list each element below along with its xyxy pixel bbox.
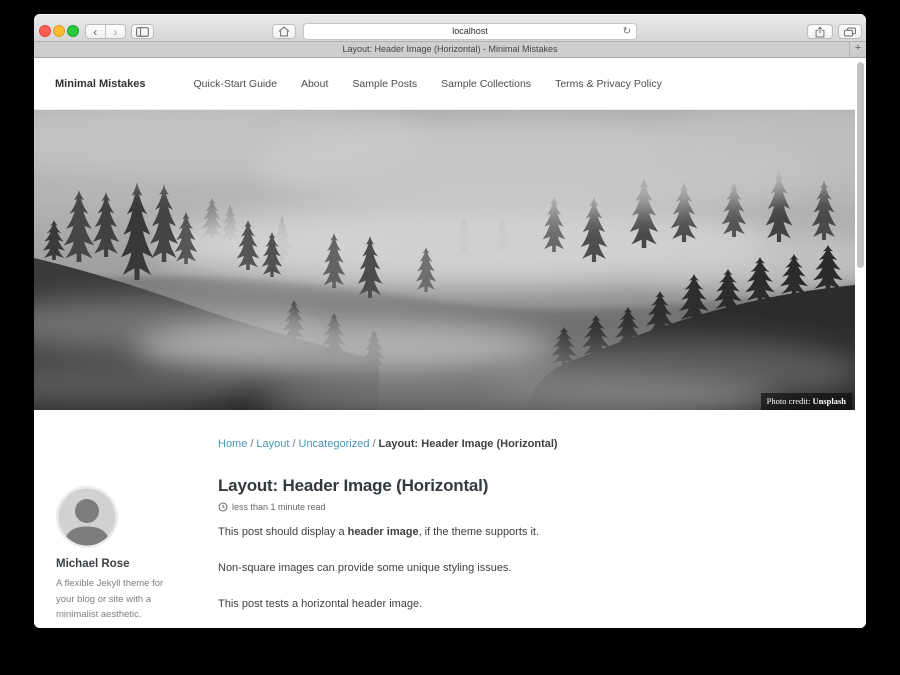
article-body: This post should display a header image,… xyxy=(218,525,805,611)
article-main: Home/Layout/Uncategorized/Layout: Header… xyxy=(218,438,855,628)
refresh-icon[interactable]: ↻ xyxy=(623,24,631,39)
breadcrumb-separator: / xyxy=(250,438,253,450)
read-time-meta: less than 1 minute read xyxy=(218,502,805,512)
author-bio: A flexible Jekyll theme for your blog or… xyxy=(56,576,174,623)
paragraph: Non-square images can provide some uniqu… xyxy=(218,561,805,575)
forward-button[interactable]: › xyxy=(106,25,126,38)
desktop-background: ‹ › localhost ↻ xyxy=(0,0,900,675)
breadcrumb-separator: / xyxy=(292,438,295,450)
safari-window: ‹ › localhost ↻ xyxy=(34,14,866,628)
tab-bar: Layout: Header Image (Horizontal) - Mini… xyxy=(34,42,866,58)
author-name: Michael Rose xyxy=(56,558,200,570)
back-button[interactable]: ‹ xyxy=(86,25,106,38)
site-title-link[interactable]: Minimal Mistakes xyxy=(55,78,145,90)
photo-credit-label: Photo credit: xyxy=(767,396,811,406)
tabs-icon xyxy=(844,27,856,37)
url-text: localhost xyxy=(452,26,488,36)
minimize-window-button[interactable] xyxy=(53,25,65,37)
chevron-right-icon: › xyxy=(113,26,117,38)
clock-icon xyxy=(218,502,228,512)
page-title: Layout: Header Image (Horizontal) xyxy=(218,476,805,496)
foggy-forest-illustration xyxy=(34,110,855,410)
vertical-scrollbar[interactable] xyxy=(857,62,864,268)
nav-item-sample-posts[interactable]: Sample Posts xyxy=(352,78,417,90)
zoom-window-button[interactable] xyxy=(67,25,79,37)
home-icon xyxy=(278,26,290,37)
browser-viewport: Minimal Mistakes Quick-Start Guide About… xyxy=(34,58,866,628)
browser-toolbar: ‹ › localhost ↻ xyxy=(34,14,866,42)
breadcrumb-uncategorized-link[interactable]: Uncategorized xyxy=(299,438,370,450)
site-masthead: Minimal Mistakes Quick-Start Guide About… xyxy=(34,58,855,110)
breadcrumb: Home/Layout/Uncategorized/Layout: Header… xyxy=(218,438,805,450)
share-icon xyxy=(815,26,825,38)
photo-credit: Photo credit: Unsplash xyxy=(761,393,852,410)
address-bar[interactable]: localhost ↻ xyxy=(303,23,637,40)
nav-item-quick-start-guide[interactable]: Quick-Start Guide xyxy=(193,78,276,90)
tab-overview-button[interactable] xyxy=(838,24,862,39)
web-page: Minimal Mistakes Quick-Start Guide About… xyxy=(34,58,855,628)
home-button[interactable] xyxy=(272,24,296,39)
header-image: Photo credit: Unsplash xyxy=(34,110,855,410)
active-tab[interactable]: Layout: Header Image (Horizontal) - Mini… xyxy=(34,42,866,57)
author-sidebar: Michael Rose A flexible Jekyll theme for… xyxy=(34,438,218,628)
chevron-left-icon: ‹ xyxy=(93,26,97,38)
close-window-button[interactable] xyxy=(39,25,51,37)
photo-credit-source: Unsplash xyxy=(812,396,846,406)
nav-item-about[interactable]: About xyxy=(301,78,328,90)
read-time-text: less than 1 minute read xyxy=(232,502,326,512)
avatar-silhouette-icon xyxy=(56,486,118,548)
paragraph: This post tests a horizontal header imag… xyxy=(218,597,805,611)
sidebar-toggle-button[interactable] xyxy=(131,24,154,39)
nav-item-sample-collections[interactable]: Sample Collections xyxy=(441,78,531,90)
new-tab-button[interactable]: + xyxy=(849,42,866,57)
breadcrumb-layout-link[interactable]: Layout xyxy=(256,438,289,450)
breadcrumb-home-link[interactable]: Home xyxy=(218,438,247,450)
history-nav-group: ‹ › xyxy=(85,24,126,39)
article-layout: Michael Rose A flexible Jekyll theme for… xyxy=(34,410,855,628)
masthead-nav: Quick-Start Guide About Sample Posts Sam… xyxy=(193,78,661,90)
breadcrumb-separator: / xyxy=(372,438,375,450)
sidebar-icon xyxy=(136,27,149,37)
avatar xyxy=(56,486,118,548)
breadcrumb-current: Layout: Header Image (Horizontal) xyxy=(379,438,558,450)
share-button[interactable] xyxy=(807,24,833,39)
paragraph: This post should display a header image,… xyxy=(218,525,805,539)
nav-item-terms-privacy[interactable]: Terms & Privacy Policy xyxy=(555,78,662,90)
